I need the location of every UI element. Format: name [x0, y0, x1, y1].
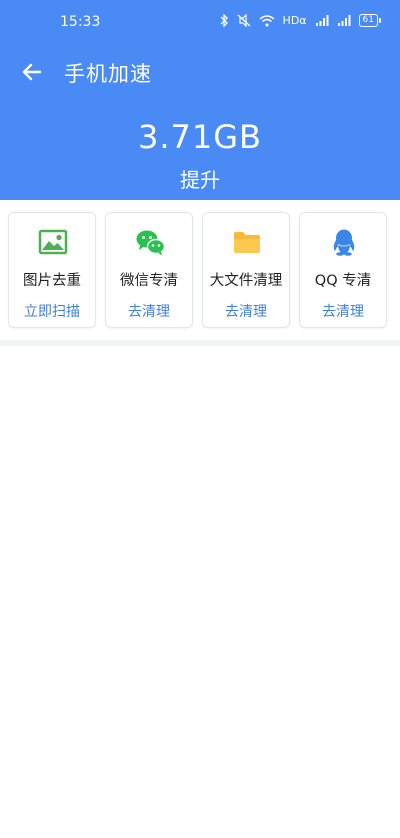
tool-name: QQ 专清	[314, 273, 372, 289]
status-bar: 15:33 HDα 61	[0, 0, 400, 42]
wifi-icon	[259, 14, 275, 26]
qq-icon	[333, 229, 355, 256]
speedup-label: 提升	[180, 168, 220, 192]
tool-name: 微信专清	[120, 273, 178, 289]
arrow-left-icon[interactable]	[18, 58, 46, 86]
tool-card-large-files[interactable]: 大文件清理 去清理	[202, 212, 290, 328]
tool-name: 大文件清理	[209, 273, 283, 289]
status-time: 15:33	[60, 14, 101, 30]
status-icons: HDα 61	[219, 14, 382, 27]
section-divider	[0, 340, 400, 346]
image-icon	[38, 229, 68, 255]
signal-icon-2	[337, 14, 351, 26]
tool-card-image-dedup[interactable]: 图片去重 立即扫描	[8, 212, 96, 328]
network-label: HDα	[282, 14, 307, 27]
tool-action-link[interactable]: 立即扫描	[9, 301, 95, 321]
tool-name: 图片去重	[23, 273, 81, 289]
page-title: 手机加速	[64, 62, 152, 86]
tool-card-wechat[interactable]: 微信专清 去清理	[105, 212, 193, 328]
top-bar: 手机加速	[0, 46, 400, 98]
signal-icon	[315, 14, 329, 26]
tool-action-link[interactable]: 去清理	[203, 301, 289, 321]
tool-action-link[interactable]: 去清理	[300, 301, 386, 321]
tool-cards: 图片去重 立即扫描 微信专清 去清理 大文件清理 去清理 QQ 专清 去清理	[8, 212, 392, 328]
speedup-amount: 3.71GB	[138, 118, 262, 156]
header-banner: 15:33 HDα 61 手机加速 3.71GB 提升	[0, 0, 400, 200]
battery-indicator: 61	[358, 14, 382, 27]
bluetooth-icon	[220, 14, 228, 27]
mute-icon	[237, 14, 250, 27]
folder-icon	[234, 232, 260, 253]
tool-card-qq[interactable]: QQ 专清 去清理	[299, 212, 387, 328]
tool-action-link[interactable]: 去清理	[106, 301, 192, 321]
wechat-icon	[136, 230, 166, 256]
